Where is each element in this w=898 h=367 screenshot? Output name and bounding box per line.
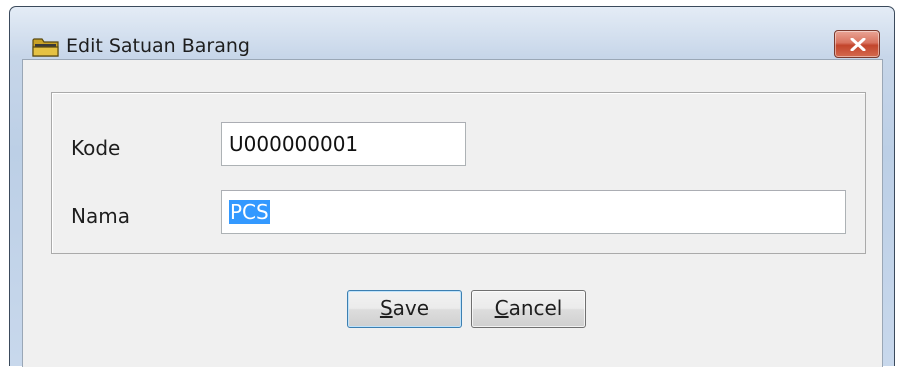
save-label-rest: ave xyxy=(392,296,430,320)
nama-field[interactable]: PCS xyxy=(221,190,846,234)
save-mnemonic: S xyxy=(379,296,393,320)
close-icon xyxy=(850,38,866,51)
cancel-label-rest: ancel xyxy=(508,296,563,320)
dialog-window: Edit Satuan Barang Kode U000000001 Nama … xyxy=(9,6,895,367)
nama-selected-value: PCS xyxy=(229,200,270,224)
kode-value: U000000001 xyxy=(229,132,359,156)
folder-icon xyxy=(32,38,59,57)
cancel-button[interactable]: Cancel xyxy=(471,290,586,328)
dialog-body: Kode U000000001 Nama PCS Save Cancel xyxy=(22,59,883,367)
cancel-mnemonic: C xyxy=(494,296,509,320)
window-title: Edit Satuan Barang xyxy=(66,35,250,57)
save-button[interactable]: Save xyxy=(347,290,462,328)
kode-label: Kode xyxy=(71,136,121,160)
nama-label: Nama xyxy=(71,204,130,228)
kode-field[interactable]: U000000001 xyxy=(221,122,466,166)
close-button[interactable] xyxy=(834,30,880,58)
